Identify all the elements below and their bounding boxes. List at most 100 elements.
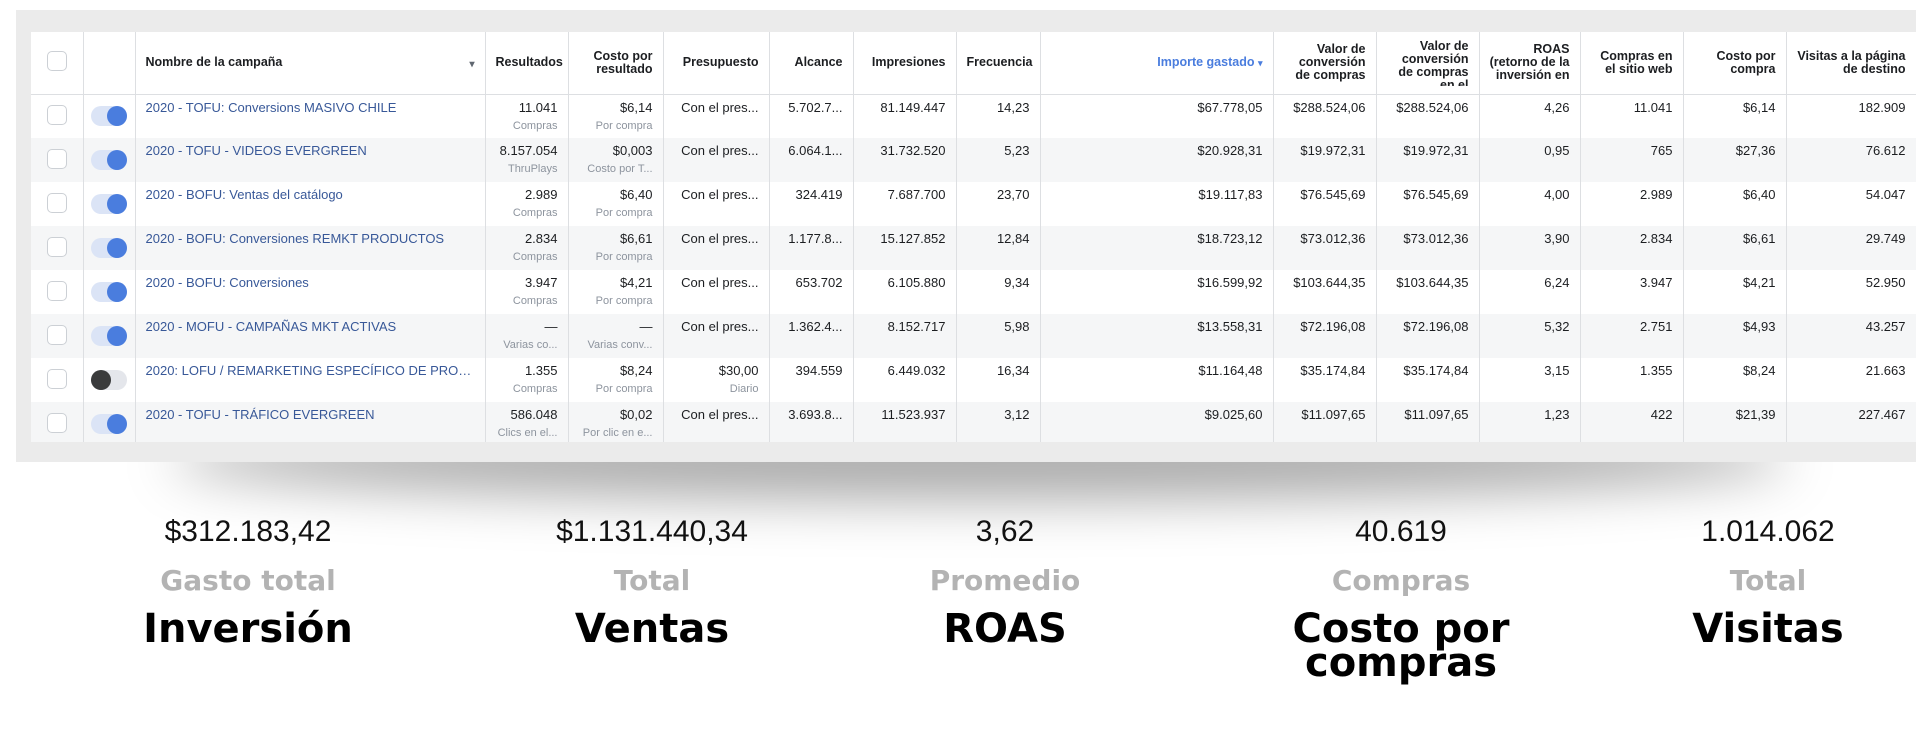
reach-cell: 653.702 (769, 270, 854, 314)
row-select-cell (31, 270, 84, 314)
amount-spent-cell-value: $16.599,92 (1197, 275, 1263, 290)
campaign-name-link[interactable]: 2020 - TOFU - VIDEOS EVERGREEN (146, 143, 475, 158)
header-conv-value[interactable]: Valor de conversión de compras (1273, 32, 1377, 95)
row-checkbox[interactable] (46, 412, 67, 433)
frequency-cell-value: 16,34 (996, 363, 1030, 378)
amount-spent-cell-value: $67.778,05 (1197, 99, 1263, 115)
conv-value-web-cell: $73.012,36 (1376, 226, 1480, 270)
conv-value-web-cell: $19.972,31 (1376, 138, 1480, 182)
chevron-down-icon[interactable]: ▾ (469, 58, 474, 71)
row-toggle-cell (83, 138, 136, 182)
frequency-cell: 16,34 (956, 358, 1041, 402)
reach-cell: 1.362.4... (769, 314, 854, 358)
select-all-cell (31, 32, 84, 95)
table-row[interactable]: 2020 - BOFU: Conversiones REMKT PRODUCTO… (31, 226, 1916, 270)
row-toggle-cell (83, 358, 136, 402)
row-checkbox[interactable] (46, 324, 67, 345)
campaign-toggle[interactable] (91, 150, 127, 170)
conv-value-web-cell-value: $76.545,69 (1403, 187, 1469, 202)
toggle-knob (91, 370, 111, 390)
campaign-toggle[interactable] (91, 106, 127, 127)
results-cell-value: 2.834 (524, 231, 558, 246)
campaign-table-card: Nombre de la campaña ▾ Resultados Costo p… (16, 10, 1916, 462)
table-row[interactable]: 2020 - TOFU - VIDEOS EVERGREEN 8.157.054 T… (31, 138, 1916, 182)
campaign-toggle[interactable] (91, 282, 127, 302)
impressions-cell-value: 31.732.520 (880, 143, 946, 158)
campaign-table-scroll[interactable]: Nombre de la campaña ▾ Resultados Costo p… (31, 32, 1916, 442)
amount-spent-cell-value: $20.928,31 (1197, 143, 1263, 158)
roas-cell: 5,32 (1479, 314, 1581, 358)
header-impressions[interactable]: Impresiones (853, 32, 957, 95)
row-checkbox[interactable] (46, 236, 67, 257)
row-checkbox[interactable] (46, 192, 67, 213)
reach-cell-value: 394.559 (795, 363, 843, 378)
select-all-checkbox[interactable] (46, 51, 67, 72)
header-results[interactable]: Resultados (485, 32, 569, 95)
campaign-toggle[interactable] (91, 194, 127, 214)
cost-per-result-cell: $8,24 Por compra (568, 358, 664, 402)
table-row[interactable]: 2020 - TOFU - TRÁFICO EVERGREEN 586.048 Cl… (31, 402, 1916, 442)
campaign-name-link[interactable]: 2020 - MOFU - CAMPAÑAS MKT ACTIVAS (146, 319, 475, 334)
table-row[interactable]: 2020 - BOFU: Ventas del catálogo 2.989 Com… (31, 182, 1916, 226)
campaign-name-link[interactable]: 2020 - BOFU: Conversiones REMKT PRODUCTO… (146, 231, 475, 246)
campaign-toggle[interactable] (91, 370, 127, 390)
row-select-cell (31, 226, 84, 270)
row-toggle-cell (83, 226, 136, 270)
header-cost-per-result[interactable]: Costo por resultado (568, 32, 664, 95)
landing-visits-cell: 76.612 (1786, 138, 1916, 182)
table-row[interactable]: 2020: LOFU / REMARKETING ESPECÍFICO DE P… (31, 358, 1916, 402)
summary-metric: 40.619 Compras Costo por compras (1221, 510, 1581, 683)
header-web-purchases[interactable]: Compras en el sitio web (1580, 32, 1684, 95)
campaign-name-link[interactable]: 2020 - TOFU - TRÁFICO EVERGREEN (146, 407, 475, 422)
campaign-toggle[interactable] (91, 414, 127, 434)
campaign-name-link[interactable]: 2020 - TOFU: Conversions MASIVO CHILE (146, 100, 475, 115)
cost-per-result-cell-value: $8,24 (619, 363, 653, 378)
header-conv-value-web-label: Valor de conversión de compras en el (1398, 39, 1469, 86)
row-checkbox[interactable] (46, 368, 67, 389)
row-select-cell (31, 358, 84, 402)
summary-metric: 3,62 Promedio ROAS (825, 510, 1185, 649)
row-checkbox[interactable] (46, 148, 67, 169)
header-landing-visits[interactable]: Visitas a la página de destino (1786, 32, 1916, 95)
table-row[interactable]: 2020 - MOFU - CAMPAÑAS MKT ACTIVAS — Varia… (31, 314, 1916, 358)
landing-visits-cell: 21.663 (1786, 358, 1916, 402)
campaign-name-cell: 2020 - BOFU: Conversiones REMKT PRODUCTO… (135, 226, 486, 270)
header-frequency[interactable]: Frecuencia (956, 32, 1041, 95)
header-reach[interactable]: Alcance (769, 32, 854, 95)
budget-cell-value: Con el pres... (681, 407, 759, 422)
campaign-toggle[interactable] (91, 326, 127, 346)
row-checkbox[interactable] (46, 280, 67, 301)
impressions-cell-value: 6.105.880 (887, 275, 946, 290)
cost-per-purchase-cell-value: $27,36 (1735, 143, 1776, 158)
results-cell-sub: Varias co... (503, 339, 558, 351)
table-row[interactable]: 2020 - TOFU: Conversions MASIVO CHILE 11.… (31, 94, 1916, 138)
campaign-name-link[interactable]: 2020 - BOFU: Conversiones (146, 275, 475, 290)
header-cost-per-purchase[interactable]: Costo por compra (1683, 32, 1787, 95)
results-cell-sub: Compras (512, 119, 558, 132)
frequency-cell: 23,70 (956, 182, 1041, 226)
conv-value-cell: $11.097,65 (1273, 402, 1377, 442)
campaign-name-link[interactable]: 2020 - BOFU: Ventas del catálogo (146, 187, 475, 202)
impressions-cell-value: 7.687.700 (887, 187, 946, 202)
header-campaign-name-label: Nombre de la campaña (145, 55, 283, 70)
impressions-cell-value: 81.149.447 (880, 99, 946, 115)
metric-label: Ventas (574, 606, 730, 652)
campaign-name-cell: 2020 - BOFU: Conversiones (135, 270, 486, 314)
campaign-name-link[interactable]: 2020: LOFU / REMARKETING ESPECÍFICO DE P… (146, 363, 475, 378)
table-row[interactable]: 2020 - BOFU: Conversiones 3.947 Compras $4,… (31, 270, 1916, 314)
conv-value-cell: $288.524,06 (1273, 94, 1377, 138)
header-campaign-name[interactable]: Nombre de la campaña ▾ (135, 32, 486, 95)
toggle-knob (107, 414, 127, 434)
header-roas[interactable]: ROAS (retorno de la inversión en (1479, 32, 1581, 95)
cost-per-result-cell: — Varias conv... (568, 314, 664, 358)
amount-spent-cell-value: $13.558,31 (1197, 319, 1263, 334)
roas-cell-value: 3,15 (1544, 363, 1570, 378)
header-budget[interactable]: Presupuesto (663, 32, 770, 95)
reach-cell: 1.177.8... (769, 226, 854, 270)
header-conv-value-web[interactable]: Valor de conversión de compras en el (1376, 32, 1480, 95)
row-checkbox[interactable] (46, 104, 67, 125)
conv-value-cell-value: $288.524,06 (1293, 99, 1366, 115)
campaign-toggle[interactable] (91, 238, 127, 258)
metric-value: $1.131.440,34 (556, 515, 748, 548)
header-amount-spent[interactable]: Importe gastado ▾ (1040, 32, 1274, 95)
